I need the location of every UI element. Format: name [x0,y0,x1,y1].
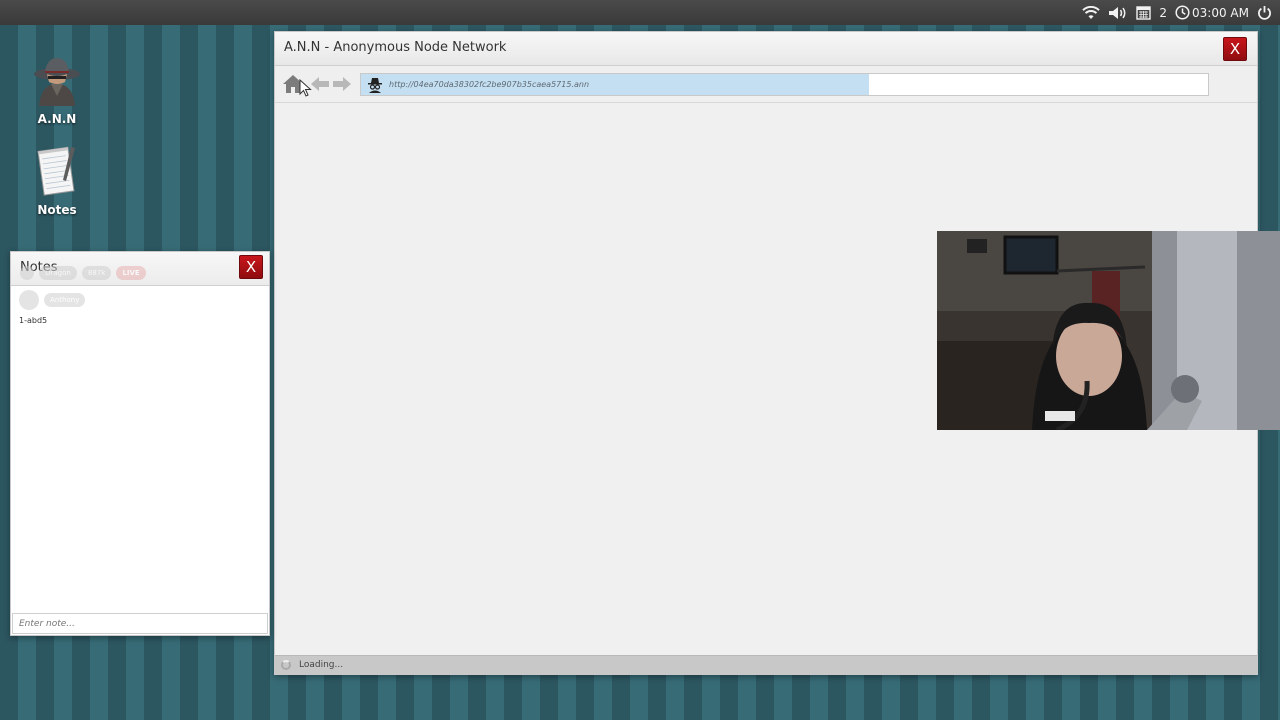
notification-count[interactable]: 2 [1159,6,1167,20]
overlay-chip [20,265,34,280]
overlay-chip: Anthony [44,292,86,307]
stream-overlay-row1: Dragon 887k LIVE [20,262,146,281]
status-text: Loading... [299,660,344,670]
desktop-icon-label: A.N.N [37,112,77,126]
window-titlebar[interactable]: A.N.N - Anonymous Node Network X [275,32,1257,66]
stream-overlay-row2: Anthony [19,289,261,310]
desktop-icon-notes[interactable]: Notes [17,143,97,217]
close-button[interactable]: X [239,255,263,279]
forward-arrow-icon[interactable] [331,73,353,95]
mouse-cursor-icon [299,78,321,101]
notes-list: Anthony 1-abd5 [11,286,269,611]
clock-icon [1175,5,1190,20]
webcam-overlay [937,231,1280,430]
overlay-chip: 887k [81,265,112,280]
close-button[interactable]: X [1223,37,1247,61]
window-title: A.N.N - Anonymous Node Network [284,40,507,55]
system-tray: 2 03:00 AM [1082,0,1272,25]
calendar-icon[interactable] [1136,5,1152,20]
power-icon[interactable] [1257,5,1272,20]
overlay-chip [19,289,39,310]
browser-toolbar: http://04ea70da38302fc2be907b35caea5715.… [275,66,1257,103]
webcam-image [937,231,1280,430]
url-text: http://04ea70da38302fc2be907b35caea5715.… [389,80,590,89]
desktop-icon-ann[interactable]: A.N.N [17,52,97,126]
clock-time[interactable]: 03:00 AM [1192,6,1249,20]
notes-window: Notes X Dragon 887k LIVE Anthony 1-abd5 [10,251,270,636]
note-item[interactable]: 1-abd5 [19,316,261,325]
url-bar[interactable]: http://04ea70da38302fc2be907b35caea5715.… [360,73,1209,96]
spy-mask-icon [367,76,383,97]
note-input[interactable] [12,613,268,634]
desktop-icon-label: Notes [37,203,77,217]
volume-icon[interactable] [1108,6,1128,20]
loading-spinner-icon [281,660,291,670]
wifi-icon[interactable] [1082,5,1101,20]
notepad-icon [29,143,85,199]
status-bar: Loading... [275,655,1257,674]
live-badge: LIVE [116,265,146,280]
overlay-chip: Dragon [39,265,77,280]
spy-agent-icon [29,52,85,108]
system-top-bar: 2 03:00 AM [0,0,1280,25]
